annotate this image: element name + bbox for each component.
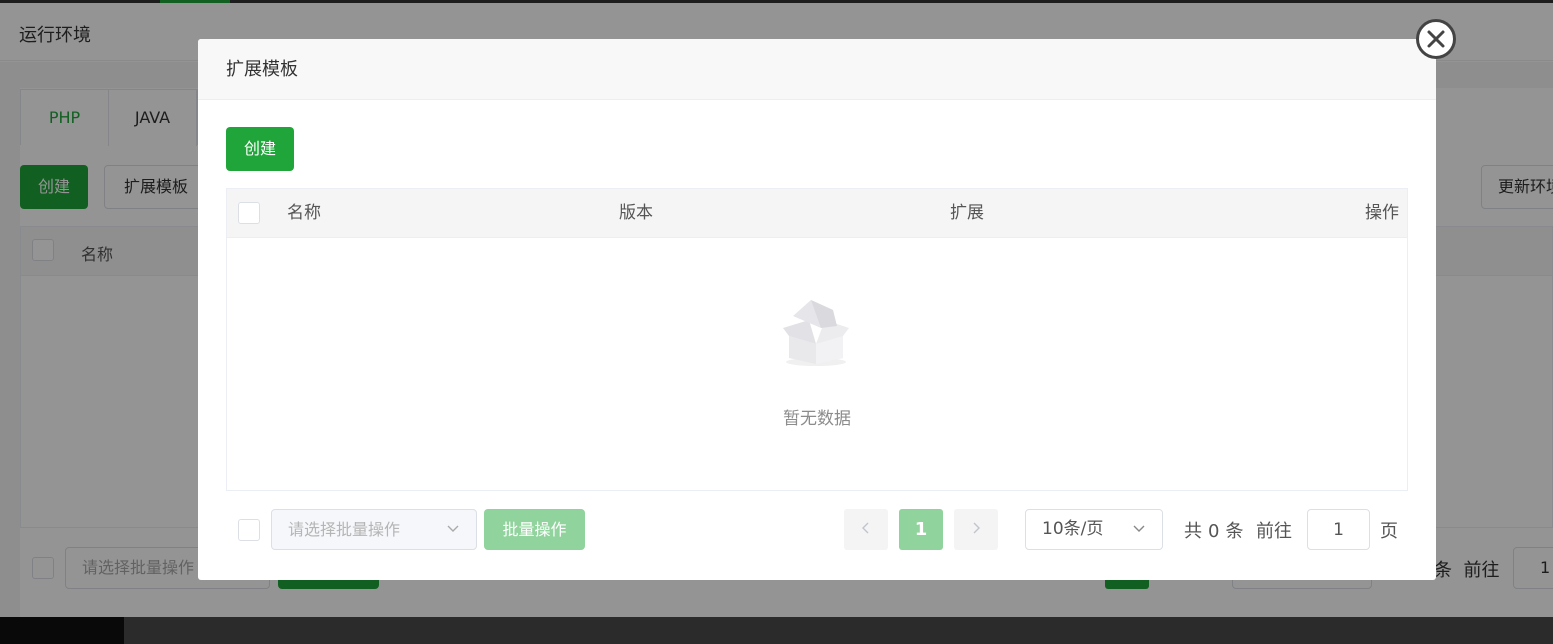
pagination-total: 共0条: [1184, 517, 1249, 543]
table-header: 名称 版本 扩展 操作: [227, 189, 1407, 238]
total-prefix: 共: [1184, 521, 1202, 542]
empty-box-icon: [781, 296, 851, 372]
dialog-create-button[interactable]: 创建: [226, 127, 294, 171]
goto-suffix: 页: [1380, 521, 1398, 542]
batch-select-placeholder: 请选择批量操作: [288, 520, 401, 539]
prev-page-button[interactable]: [844, 509, 888, 550]
batch-action-button[interactable]: 批量操作: [484, 509, 585, 550]
select-all-checkbox[interactable]: [238, 202, 260, 224]
total-suffix: 条: [1225, 521, 1244, 542]
chevron-down-icon: [1132, 510, 1146, 564]
empty-text: 暂无数据: [783, 409, 851, 429]
goto-page-input[interactable]: [1307, 509, 1370, 550]
close-dialog-button[interactable]: [1416, 19, 1456, 59]
column-extension: 扩展: [950, 203, 984, 223]
footer-select-checkbox[interactable]: [238, 519, 260, 541]
chevron-down-icon: [446, 510, 460, 563]
dialog-title: 扩展模板: [198, 39, 1436, 100]
page-size-value: 10条/页: [1042, 519, 1104, 539]
chevron-left-icon: [861, 520, 871, 539]
chevron-right-icon: [971, 520, 981, 539]
next-page-button[interactable]: [954, 509, 998, 550]
close-icon: [1426, 29, 1446, 49]
page-size-select[interactable]: 10条/页: [1025, 509, 1163, 550]
column-name: 名称: [287, 203, 321, 223]
empty-state: 暂无数据: [227, 238, 1407, 490]
extension-template-dialog: 扩展模板 创建 名称 版本 扩展 操作 暂无数据 请选择批量操作 批量操作 1 …: [198, 39, 1436, 580]
batch-select[interactable]: 请选择批量操作: [271, 509, 477, 550]
extension-table: 名称 版本 扩展 操作 暂无数据: [226, 188, 1408, 491]
column-version: 版本: [619, 203, 653, 223]
goto-label: 前往: [1256, 521, 1292, 542]
total-count: 0: [1208, 521, 1220, 542]
column-actions: 操作: [1365, 203, 1399, 223]
page-number-active[interactable]: 1: [899, 509, 943, 550]
